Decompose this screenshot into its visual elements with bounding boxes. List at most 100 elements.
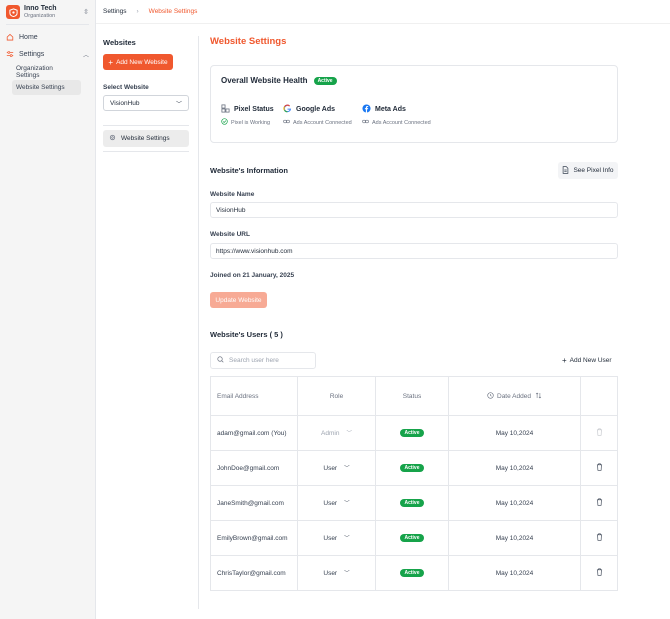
website-select[interactable]: VisionHub ﹀ (103, 95, 189, 111)
gear-icon (109, 134, 116, 143)
divider (6, 24, 89, 25)
select-website-label: Select Website (103, 84, 149, 91)
delete-cell (581, 451, 617, 485)
health-title: Overall Website Health (221, 76, 308, 85)
health-item-name: Meta Ads (375, 106, 406, 113)
chevron-down-icon: ﹀ (175, 101, 182, 108)
user-email: ChrisTaylor@gmail.com (211, 556, 298, 590)
sidebar: Inno Tech Organization ⇳ Home Settings ︿… (0, 0, 96, 619)
breadcrumb: Settings › Website Settings (96, 0, 670, 24)
column-actions (581, 377, 617, 415)
role-value: User (323, 569, 338, 577)
org-logo-icon (6, 5, 20, 19)
panel-item-label: Website Settings (121, 135, 170, 142)
date-added: May 10,2024 (449, 521, 581, 555)
website-url-input[interactable]: https://www.visionhub.com (210, 243, 618, 259)
website-url-label: Website URL (210, 231, 250, 238)
panel-title: Websites (103, 38, 136, 47)
chevron-down-icon: ﹀ (346, 431, 352, 437)
search-input[interactable]: Search user here (210, 352, 316, 369)
websites-panel: Websites + Add New Website Select Websit… (103, 36, 189, 152)
breadcrumb-settings[interactable]: Settings (103, 8, 127, 15)
status-badge: Active (400, 464, 424, 472)
trash-icon (596, 428, 603, 438)
trash-icon[interactable] (596, 463, 603, 473)
sort-icon[interactable] (535, 392, 542, 401)
table-row: JohnDoe@gmail.com User ﹀ Active May 10,2… (211, 450, 617, 485)
role-value: User (323, 464, 338, 472)
user-email: JohnDoe@gmail.com (211, 451, 298, 485)
see-pixel-info-label: See Pixel Info (573, 167, 614, 174)
chevron-up-icon: ︿ (82, 53, 89, 59)
panel-item-website-settings[interactable]: Website Settings (103, 130, 189, 147)
role-value: Admin (321, 429, 340, 437)
status-cell: Active (376, 521, 449, 555)
plus-icon: + (108, 57, 114, 67)
column-email: Email Address (211, 377, 298, 415)
users-table: Email Address Role Status Date Added ada… (210, 376, 618, 591)
org-switcher[interactable]: Inno Tech Organization ⇳ (0, 0, 95, 24)
website-name-input[interactable]: VisionHub (210, 202, 618, 218)
trash-icon[interactable] (596, 498, 603, 508)
role-select[interactable]: User ﹀ (298, 486, 376, 520)
trash-icon[interactable] (596, 533, 603, 543)
role-select[interactable]: User ﹀ (298, 451, 376, 485)
settings-sliders-icon (6, 50, 16, 60)
table-header: Email Address Role Status Date Added (211, 377, 617, 415)
user-email: adam@gmail.com (You) (211, 416, 298, 450)
role-select: Admin ﹀ (298, 416, 376, 450)
chevron-down-icon: ﹀ (344, 466, 350, 472)
sidebar-item-label: Settings (19, 51, 45, 58)
role-select[interactable]: User ﹀ (298, 521, 376, 555)
trash-icon[interactable] (596, 568, 603, 578)
see-pixel-info-button[interactable]: See Pixel Info (558, 162, 618, 179)
breadcrumb-current: Website Settings (148, 8, 198, 15)
delete-cell (581, 556, 617, 590)
org-subtitle: Organization (24, 12, 56, 19)
status-cell: Active (376, 556, 449, 590)
facebook-icon (362, 104, 371, 115)
status-cell: Active (376, 416, 449, 450)
website-select-value: VisionHub (110, 99, 140, 107)
health-item-status: Pixel is Working (231, 119, 271, 126)
joined-date: Joined on 21 January, 2025 (210, 272, 295, 279)
home-icon (6, 33, 16, 43)
sidebar-item-settings[interactable]: Settings ︿ (0, 46, 95, 63)
date-added: May 10,2024 (449, 486, 581, 520)
add-website-button[interactable]: + Add New Website (103, 54, 173, 70)
website-health-card: Overall Website Health Active Pixel Stat… (210, 65, 618, 143)
check-circle-icon (221, 118, 228, 127)
role-select[interactable]: User ﹀ (298, 556, 376, 590)
sidebar-item-home[interactable]: Home (0, 29, 95, 46)
date-added: May 10,2024 (449, 451, 581, 485)
user-email: EmilyBrown@gmail.com (211, 521, 298, 555)
date-added: May 10,2024 (449, 556, 581, 590)
add-website-label: Add New Website (116, 58, 168, 66)
sidebar-item-organization-settings[interactable]: Organization Settings (12, 64, 81, 79)
vertical-divider (198, 36, 199, 609)
update-website-button[interactable]: Update Website (210, 292, 267, 308)
page-title: Website Settings (210, 36, 287, 47)
clock-icon (487, 391, 494, 401)
chevron-down-icon: ﹀ (344, 536, 350, 542)
divider (103, 125, 189, 126)
column-date-added[interactable]: Date Added (449, 377, 581, 415)
table-row: ChrisTaylor@gmail.com User ﹀ Active May … (211, 555, 617, 590)
role-value: User (323, 499, 338, 507)
delete-cell (581, 486, 617, 520)
sidebar-item-website-settings[interactable]: Website Settings (12, 80, 81, 95)
add-user-button[interactable]: + Add New User (562, 356, 612, 365)
chevron-down-icon: ﹀ (344, 501, 350, 507)
sidebar-item-label: Home (19, 34, 38, 41)
user-email: JaneSmith@gmail.com (211, 486, 298, 520)
chevron-updown-icon: ⇳ (83, 9, 89, 16)
chevron-down-icon: ﹀ (344, 571, 350, 577)
date-added: May 10,2024 (449, 416, 581, 450)
column-date-added-label: Date Added (497, 392, 531, 400)
health-item-pixel: Pixel Status Pixel is Working (221, 104, 274, 127)
search-icon (217, 356, 224, 365)
health-item-status: Ads Account Connected (293, 119, 352, 126)
website-name-label: Website Name (210, 191, 255, 198)
chevron-right-icon: › (136, 8, 139, 15)
role-value: User (323, 534, 338, 542)
